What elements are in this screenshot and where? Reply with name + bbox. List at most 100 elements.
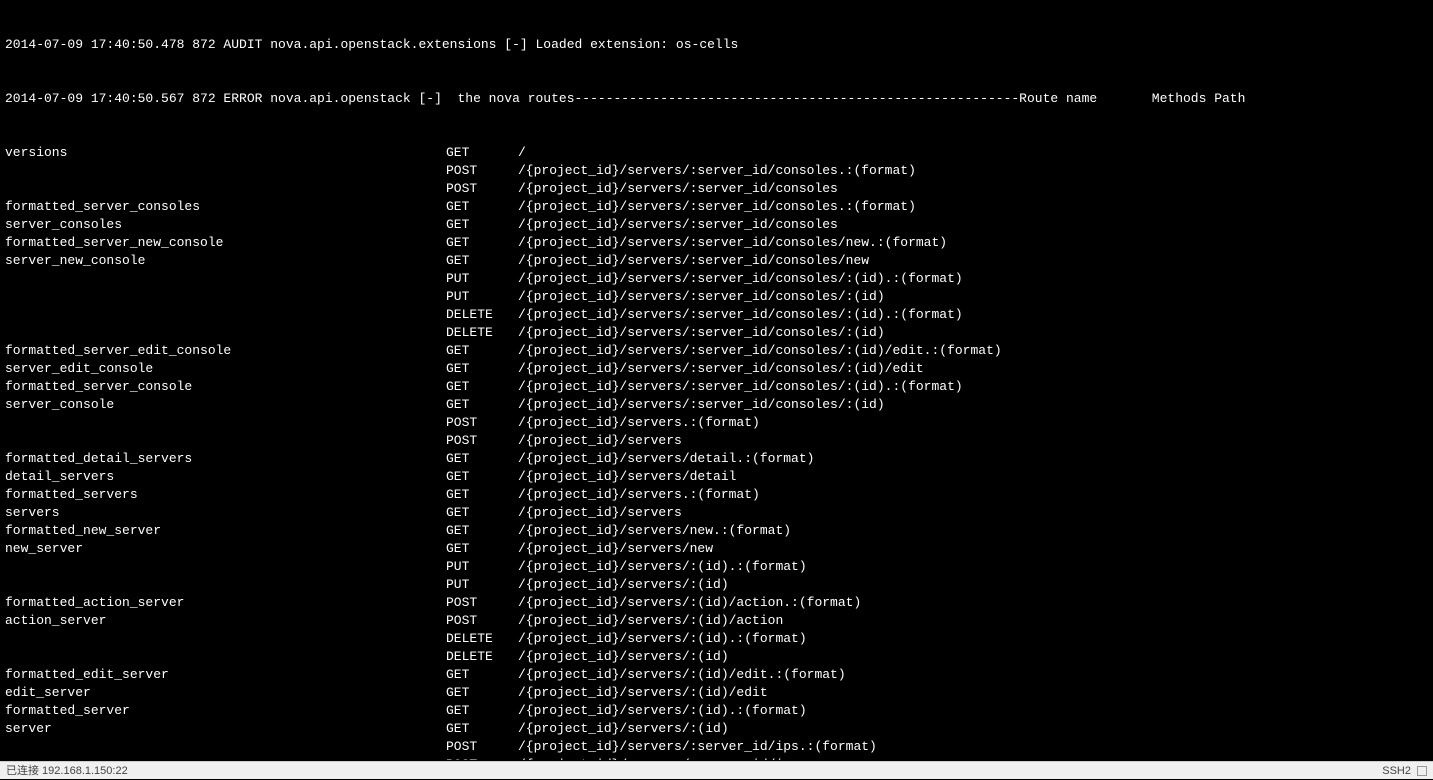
route-row: DELETE/{project_id}/servers/:server_id/c… <box>5 306 1428 324</box>
route-row: formatted_server_new_consoleGET/{project… <box>5 234 1428 252</box>
route-path: /{project_id}/servers/:(id)/edit <box>518 684 1428 702</box>
route-path: /{project_id}/servers/:(id)/action <box>518 612 1428 630</box>
route-method: POST <box>446 594 518 612</box>
route-row: PUT/{project_id}/servers/:server_id/cons… <box>5 288 1428 306</box>
route-method: POST <box>446 756 518 760</box>
route-path: /{project_id}/servers/:server_id/console… <box>518 306 1428 324</box>
route-name <box>5 756 446 760</box>
route-method: GET <box>446 522 518 540</box>
route-name: formatted_new_server <box>5 522 446 540</box>
route-path: /{project_id}/servers/:server_id/console… <box>518 162 1428 180</box>
route-method: GET <box>446 486 518 504</box>
route-row: action_serverPOST/{project_id}/servers/:… <box>5 612 1428 630</box>
route-row: PUT/{project_id}/servers/:(id).:(format) <box>5 558 1428 576</box>
route-path: /{project_id}/servers/:(id)/action.:(for… <box>518 594 1428 612</box>
route-name <box>5 414 446 432</box>
route-path: /{project_id}/servers/:server_id/console… <box>518 288 1428 306</box>
route-name: versions <box>5 144 446 162</box>
route-path: /{project_id}/servers/:server_id/console… <box>518 216 1428 234</box>
route-name <box>5 738 446 756</box>
route-method: GET <box>446 702 518 720</box>
route-path: /{project_id}/servers/detail <box>518 468 1428 486</box>
route-row: server_new_consoleGET/{project_id}/serve… <box>5 252 1428 270</box>
route-method: GET <box>446 378 518 396</box>
route-path: /{project_id}/servers/:(id) <box>518 576 1428 594</box>
route-row: serverGET/{project_id}/servers/:(id) <box>5 720 1428 738</box>
route-path: /{project_id}/servers/:server_id/console… <box>518 270 1428 288</box>
connection-status: 已连接 192.168.1.150:22 <box>6 762 128 780</box>
route-row: formatted_serverGET/{project_id}/servers… <box>5 702 1428 720</box>
route-path: /{project_id}/servers/:server_id/console… <box>518 378 1428 396</box>
route-name: formatted_server_consoles <box>5 198 446 216</box>
route-name: formatted_server_console <box>5 378 446 396</box>
route-path: /{project_id}/servers/:server_id/console… <box>518 252 1428 270</box>
route-path: /{project_id}/servers/new <box>518 540 1428 558</box>
route-method: POST <box>446 612 518 630</box>
route-name <box>5 288 446 306</box>
route-row: DELETE/{project_id}/servers/:(id) <box>5 648 1428 666</box>
route-name <box>5 306 446 324</box>
route-name <box>5 432 446 450</box>
route-path: /{project_id}/servers/:(id).:(format) <box>518 630 1428 648</box>
route-name: server <box>5 720 446 738</box>
route-name <box>5 630 446 648</box>
route-path: /{project_id}/servers/:(id).:(format) <box>518 558 1428 576</box>
route-name: server_new_console <box>5 252 446 270</box>
route-path: /{project_id}/servers/:server_id/console… <box>518 342 1428 360</box>
route-method: GET <box>446 144 518 162</box>
route-path: /{project_id}/servers/:server_id/console… <box>518 234 1428 252</box>
route-name: edit_server <box>5 684 446 702</box>
route-row: server_consoleGET/{project_id}/servers/:… <box>5 396 1428 414</box>
route-row: formatted_serversGET/{project_id}/server… <box>5 486 1428 504</box>
route-path: / <box>518 144 1428 162</box>
route-path: /{project_id}/servers.:(format) <box>518 486 1428 504</box>
route-path: /{project_id}/servers <box>518 432 1428 450</box>
route-method: GET <box>446 396 518 414</box>
route-name <box>5 162 446 180</box>
route-row: formatted_detail_serversGET/{project_id}… <box>5 450 1428 468</box>
route-method: PUT <box>446 576 518 594</box>
route-name: formatted_server <box>5 702 446 720</box>
route-name <box>5 180 446 198</box>
route-row: DELETE/{project_id}/servers/:server_id/c… <box>5 324 1428 342</box>
route-row: new_serverGET/{project_id}/servers/new <box>5 540 1428 558</box>
route-method: GET <box>446 252 518 270</box>
route-path: /{project_id}/servers/:(id).:(format) <box>518 702 1428 720</box>
route-method: GET <box>446 720 518 738</box>
route-method: GET <box>446 666 518 684</box>
route-method: POST <box>446 180 518 198</box>
route-row: POST/{project_id}/servers.:(format) <box>5 414 1428 432</box>
terminal-output[interactable]: 2014-07-09 17:40:50.478 872 AUDIT nova.a… <box>0 0 1433 760</box>
route-path: /{project_id}/servers/:(id)/edit.:(forma… <box>518 666 1428 684</box>
route-row: POST/{project_id}/servers/:server_id/con… <box>5 162 1428 180</box>
route-method: GET <box>446 450 518 468</box>
route-path: /{project_id}/servers/new.:(format) <box>518 522 1428 540</box>
route-name <box>5 324 446 342</box>
route-row: server_consolesGET/{project_id}/servers/… <box>5 216 1428 234</box>
route-row: versionsGET/ <box>5 144 1428 162</box>
route-name: action_server <box>5 612 446 630</box>
route-name: detail_servers <box>5 468 446 486</box>
route-method: DELETE <box>446 630 518 648</box>
route-row: formatted_server_edit_consoleGET/{projec… <box>5 342 1428 360</box>
route-row: formatted_action_serverPOST/{project_id}… <box>5 594 1428 612</box>
indicator-icon <box>1417 766 1427 776</box>
route-method: GET <box>446 684 518 702</box>
route-method: GET <box>446 342 518 360</box>
route-name: formatted_edit_server <box>5 666 446 684</box>
route-method: GET <box>446 234 518 252</box>
route-row: formatted_server_consoleGET/{project_id}… <box>5 378 1428 396</box>
route-row: formatted_new_serverGET/{project_id}/ser… <box>5 522 1428 540</box>
route-method: GET <box>446 468 518 486</box>
route-name: server_console <box>5 396 446 414</box>
route-name <box>5 270 446 288</box>
route-path: /{project_id}/servers/detail.:(format) <box>518 450 1428 468</box>
route-name <box>5 648 446 666</box>
route-row: POST/{project_id}/servers/:server_id/con… <box>5 180 1428 198</box>
route-method: PUT <box>446 270 518 288</box>
route-method: POST <box>446 738 518 756</box>
statusbar: 已连接 192.168.1.150:22 SSH2 <box>0 761 1433 779</box>
route-name <box>5 576 446 594</box>
route-method: PUT <box>446 288 518 306</box>
route-name: formatted_servers <box>5 486 446 504</box>
